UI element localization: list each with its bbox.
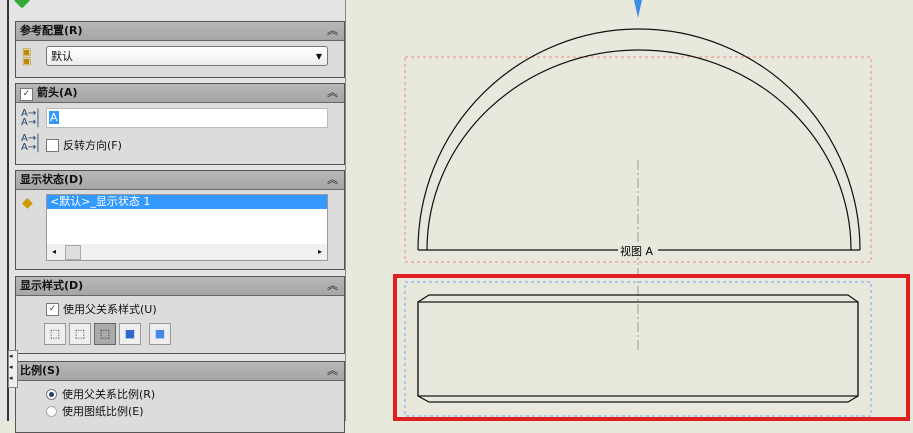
use-parent-scale-radio[interactable]: 使用父关系比例(R) [46,386,155,402]
section-display-style: 显示样式(D) ︽ ✓ 使用父关系样式(U) ⬚ ⬚ ⬚ ■ ■ [15,276,345,354]
section-header[interactable]: 比例(S) ︽ [16,362,344,381]
display-state-list[interactable]: <默认>_显示状态 1 ◂ ▸ [46,194,328,261]
section-header[interactable]: ✓ 箭头(A) ︽ [16,84,344,103]
collapse-icon[interactable]: ︽ [327,22,338,40]
wireframe-button[interactable]: ⬚ [44,323,66,345]
configuration-icon: ▣ ▣ [22,47,32,67]
section-header[interactable]: 显示样式(D) ︽ [16,277,344,296]
collapse-icon[interactable]: ︽ [327,277,338,295]
style-buttons: ⬚ ⬚ ⬚ ■ ■ [44,323,171,345]
section-title: 箭头(A) [37,86,78,99]
list-item[interactable]: <默认>_显示状态 1 [47,195,327,209]
property-manager: 参考配置(R) ︽ ▣ ▣ 默认 ▼ ✓ 箭头(A) ︽ A→| A→| A A→| A→| … [0,0,346,433]
checkbox[interactable] [46,138,59,152]
config-select[interactable]: 默认 ▼ [46,46,328,66]
reverse-checkbox[interactable]: 反转方向(F) [46,137,122,153]
collapse-icon[interactable]: ︽ [327,171,338,189]
section-title: 参考配置(R) [20,24,83,37]
label-icon: A→| A→| [21,108,40,128]
section-header[interactable]: 参考配置(R) ︽ [16,22,344,41]
label-value: A [49,111,59,124]
use-sheet-scale-radio[interactable]: 使用图纸比例(E) [46,403,144,419]
section-arrow: ✓ 箭头(A) ︽ A→| A→| A A→| A→| 反转方向(F) [15,83,345,165]
radio-label: 使用父关系比例(R) [62,388,156,401]
reverse-icon: A→| A→| [21,133,40,153]
view-boundary [404,56,872,263]
view-arrow-icon[interactable] [634,0,642,18]
checkbox-label: 反转方向(F) [63,139,122,152]
config-value: 默认 [51,50,73,63]
shaded-button[interactable]: ■ [149,323,171,345]
scroll-thumb[interactable] [65,245,81,260]
view-label[interactable]: 视图 A [620,244,653,258]
drawing-canvas[interactable]: 视图 A [346,0,913,421]
section-reference-config: 参考配置(R) ︽ ▣ ▣ 默认 ▼ [15,21,345,78]
horizontal-scrollbar[interactable]: ◂ ▸ [47,244,327,260]
section-scale: 比例(S) ︽ 使用父关系比例(R) 使用图纸比例(E) [15,361,345,433]
collapse-icon[interactable]: ︽ [327,84,338,102]
label-input[interactable]: A [46,108,328,128]
radio-label: 使用图纸比例(E) [62,405,144,418]
section-header[interactable]: 显示状态(D) ︽ [16,171,344,190]
section-display-state: 显示状态(D) ︽ ◆ <默认>_显示状态 1 ◂ ▸ [15,170,345,270]
hidden-visible-button[interactable]: ⬚ [69,323,91,345]
display-state-icon: ◆ [22,195,33,211]
checkbox[interactable]: ✓ [46,302,59,316]
radio[interactable] [46,388,57,400]
arc-inner [426,49,852,251]
selected-view-frame[interactable] [393,274,910,421]
arc-outer [417,28,861,251]
hidden-removed-button[interactable]: ⬚ [94,323,116,345]
collapse-icon[interactable]: ︽ [327,362,338,380]
section-title: 显示状态(D) [20,173,84,186]
panel-collapse-handle[interactable]: ◂ ◂ ◂ [8,350,18,388]
shaded-edges-button[interactable]: ■ [119,323,141,345]
use-parent-style-checkbox[interactable]: ✓ 使用父关系样式(U) [46,301,157,317]
chevron-down-icon: ▼ [315,52,322,61]
checkbox-label: 使用父关系样式(U) [63,303,157,316]
section-title: 显示样式(D) [20,279,84,292]
radio[interactable] [46,405,57,417]
ok-check-icon[interactable] [13,0,31,9]
section-title: 比例(S) [20,364,60,377]
arrow-checkbox[interactable]: ✓ [20,88,33,101]
